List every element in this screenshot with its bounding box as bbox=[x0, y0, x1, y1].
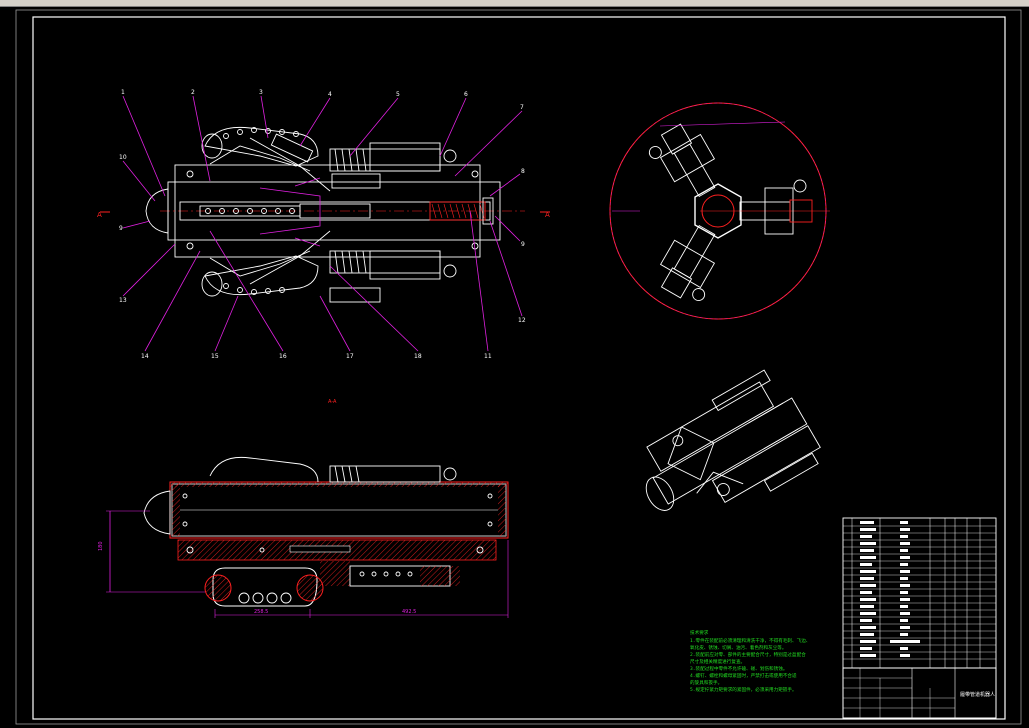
section-label: A-A bbox=[328, 399, 337, 405]
callout-18: 18 bbox=[414, 353, 422, 360]
dim-length-1: 258.5 bbox=[254, 609, 268, 615]
callout-1: 1 bbox=[121, 89, 125, 96]
callout-17: 17 bbox=[346, 353, 354, 360]
callout-7: 7 bbox=[520, 104, 524, 111]
callout-11: 11 bbox=[484, 353, 492, 360]
tech-line-6: 4.螺钉、螺栓和螺母紧固时，严禁打击或使用不合适 bbox=[690, 672, 797, 679]
parts-list[interactable] bbox=[842, 517, 997, 669]
callout-9-right: 9 bbox=[521, 241, 525, 248]
callout-5: 5 bbox=[396, 91, 400, 98]
callout-8: 8 bbox=[521, 168, 525, 175]
side-view[interactable]: 180 258.5 492.5 bbox=[98, 456, 509, 618]
end-view[interactable] bbox=[609, 102, 830, 320]
top-view[interactable]: 1 2 3 4 5 6 7 10 9 8 9 13 14 15 16 17 18… bbox=[97, 89, 550, 405]
callout-3: 3 bbox=[259, 89, 263, 96]
tech-line-4: 尺寸及相关精度进行复查。 bbox=[690, 658, 745, 665]
dim-length-2: 492.5 bbox=[402, 609, 416, 615]
callout-13: 13 bbox=[119, 297, 127, 304]
tech-line-2: 氧化皮、锈蚀、切屑、油污、着色剂和灰尘等。 bbox=[690, 644, 786, 651]
drawing-sheet[interactable]: 1 2 3 4 5 6 7 10 9 8 9 13 14 15 16 17 18… bbox=[0, 6, 1029, 728]
isometric-view[interactable] bbox=[622, 365, 827, 546]
title-block[interactable]: 履带管道机器人 bbox=[842, 667, 997, 719]
tech-line-1: 1.零件在装配前必须清理和清洗干净，不得有毛刺、飞边、 bbox=[690, 637, 810, 644]
tech-line-3: 2.装配前应对零、部件的主要配合尺寸，特别是过盈配合 bbox=[690, 651, 806, 658]
inner-frame bbox=[32, 16, 1006, 720]
callout-2: 2 bbox=[191, 89, 195, 96]
callout-16: 16 bbox=[279, 353, 287, 360]
callout-14: 14 bbox=[141, 353, 149, 360]
callout-6: 6 bbox=[464, 91, 468, 98]
dim-height: 180 bbox=[98, 541, 104, 551]
callout-12: 12 bbox=[518, 317, 526, 324]
tech-title: 技术要求 bbox=[690, 629, 709, 636]
technical-requirements: 技术要求 1.零件在装配前必须清理和清洗干净，不得有毛刺、飞边、 氧化皮、锈蚀、… bbox=[690, 629, 810, 693]
title-block-name: 履带管道机器人 bbox=[960, 691, 995, 698]
callout-10: 10 bbox=[119, 154, 127, 161]
callout-9-left: 9 bbox=[119, 225, 123, 232]
callout-4: 4 bbox=[328, 91, 332, 98]
tech-line-8: 5.规定拧紧力矩要求的紧固件，必须采用力矩扳手。 bbox=[690, 686, 797, 693]
tech-line-5: 3.装配过程中零件不允许磕、碰、划伤和锈蚀。 bbox=[690, 665, 787, 672]
tech-line-7: 的旋具和扳手。 bbox=[690, 679, 722, 686]
callout-15: 15 bbox=[211, 353, 219, 360]
